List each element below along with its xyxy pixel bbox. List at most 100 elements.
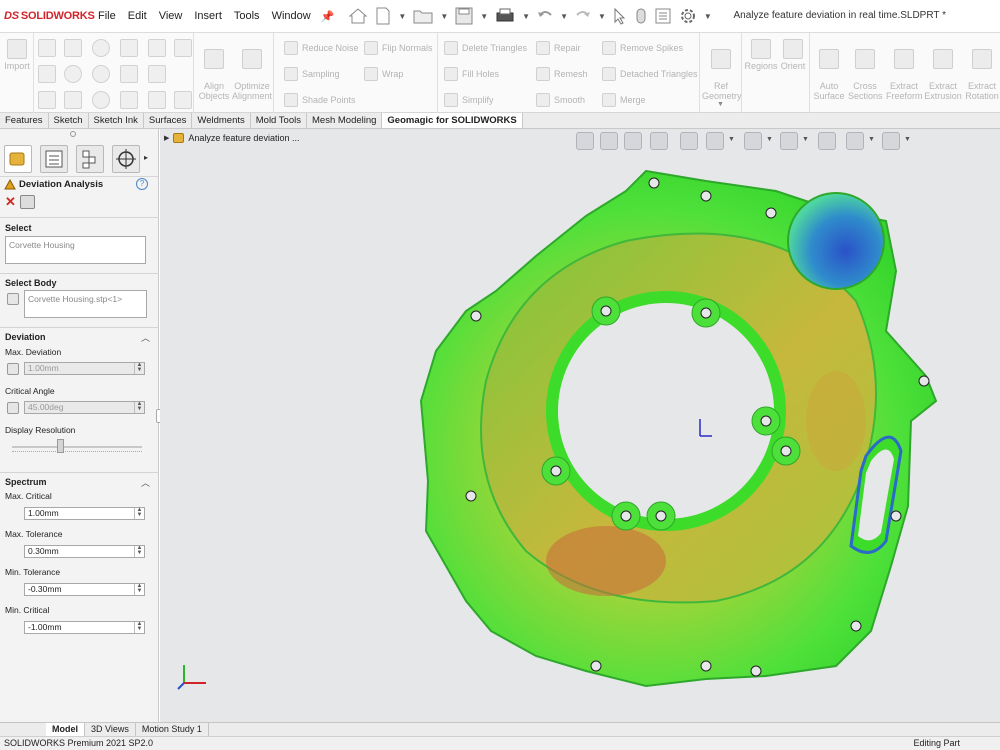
view-settings-icon[interactable] bbox=[882, 132, 900, 150]
tab-model[interactable]: Model bbox=[46, 723, 85, 736]
import-button[interactable]: Import bbox=[3, 39, 31, 71]
edit-appearance-icon[interactable] bbox=[818, 132, 836, 150]
sketch-sphere-icon[interactable] bbox=[92, 65, 110, 83]
sketch-circle-icon[interactable] bbox=[92, 91, 110, 109]
merge-button[interactable]: Merge bbox=[602, 93, 646, 107]
dynamic-annotation-icon[interactable] bbox=[680, 132, 698, 150]
select-listbox[interactable]: Corvette Housing bbox=[5, 236, 146, 264]
detached-triangles-button[interactable]: Detached Triangles bbox=[602, 67, 698, 81]
pin-icon[interactable]: 📌 bbox=[321, 10, 335, 23]
reduce-noise-button[interactable]: Reduce Noise bbox=[284, 41, 359, 55]
redo-dropdown-icon[interactable]: ▼ bbox=[598, 12, 606, 21]
select-arrow-icon[interactable] bbox=[612, 6, 628, 26]
apply-scene-dropdown-icon[interactable]: ▼ bbox=[868, 136, 875, 143]
help-icon[interactable]: ? bbox=[136, 178, 148, 190]
select-body-listbox[interactable]: Corvette Housing.stp<1> bbox=[24, 290, 147, 318]
undo-icon[interactable] bbox=[536, 6, 554, 26]
apply-scene-icon[interactable] bbox=[846, 132, 864, 150]
delete-triangles-button[interactable]: Delete Triangles bbox=[444, 41, 527, 55]
display-resolution-thumb[interactable] bbox=[57, 439, 65, 453]
print-dropdown-icon[interactable]: ▼ bbox=[522, 12, 530, 21]
max-critical-field[interactable]: 1.00mm ▲ ▼ bbox=[24, 507, 145, 520]
tab-mold-tools[interactable]: Mold Tools bbox=[251, 113, 307, 128]
print-icon[interactable] bbox=[494, 6, 516, 26]
display-resolution-slider[interactable] bbox=[12, 446, 142, 448]
menu-view[interactable]: View bbox=[153, 10, 189, 22]
min-tolerance-field[interactable]: -0.30mm ▲ ▼ bbox=[24, 583, 145, 596]
menu-tools[interactable]: Tools bbox=[228, 10, 266, 22]
max-tolerance-spinner[interactable]: ▲ ▼ bbox=[134, 545, 144, 557]
simplify-button[interactable]: Simplify bbox=[444, 93, 494, 107]
sketch-grid-icon[interactable] bbox=[38, 65, 56, 83]
configuration-manager-tab[interactable] bbox=[76, 145, 104, 173]
min-critical-field[interactable]: -1.00mm ▲ ▼ bbox=[24, 621, 145, 634]
tab-motion-study[interactable]: Motion Study 1 bbox=[136, 723, 209, 736]
ref-geometry-button[interactable]: Ref Geometry bbox=[702, 39, 742, 101]
sketch-edit-icon[interactable] bbox=[174, 39, 192, 57]
tab-surfaces[interactable]: Surfaces bbox=[144, 113, 193, 128]
expand-arrow-icon[interactable]: ▶ bbox=[164, 134, 169, 142]
align-objects-button[interactable]: Align Objects bbox=[198, 39, 230, 101]
remove-spikes-button[interactable]: Remove Spikes bbox=[602, 41, 683, 55]
graphics-area[interactable]: ▶ Analyze feature deviation ... ▼ ▼ ▼ ▼ … bbox=[160, 129, 1000, 722]
max-deviation-spinner[interactable]: ▲ ▼ bbox=[134, 362, 144, 374]
corvette-housing-model[interactable] bbox=[416, 161, 956, 691]
sketch-mirror-icon[interactable] bbox=[174, 91, 192, 109]
section-view-icon[interactable] bbox=[650, 132, 668, 150]
home-icon[interactable] bbox=[348, 6, 368, 26]
preview-toggle-icon[interactable] bbox=[20, 195, 35, 209]
tab-3d-views[interactable]: 3D Views bbox=[85, 723, 136, 736]
sketch-move-icon[interactable] bbox=[38, 91, 56, 109]
tab-sketch-ink[interactable]: Sketch Ink bbox=[89, 113, 144, 128]
new-dropdown-icon[interactable]: ▼ bbox=[398, 12, 406, 21]
options-gear-icon[interactable] bbox=[678, 6, 698, 26]
sketch-slot-icon[interactable] bbox=[120, 91, 138, 109]
dim-xpert-tab[interactable] bbox=[112, 145, 140, 173]
zoom-to-fit-icon[interactable] bbox=[576, 132, 594, 150]
feature-tree-flyout[interactable]: ▶ Analyze feature deviation ... bbox=[164, 133, 299, 143]
sketch-rect-icon[interactable] bbox=[64, 91, 82, 109]
more-tabs-icon[interactable]: ▸ bbox=[144, 153, 148, 162]
auto-surface-button[interactable]: Auto Surface bbox=[812, 39, 846, 101]
sketch-cone-icon[interactable] bbox=[92, 39, 110, 57]
sketch-slash-icon[interactable] bbox=[120, 39, 138, 57]
view-orientation-icon[interactable] bbox=[706, 132, 724, 150]
max-critical-spinner[interactable]: ▲ ▼ bbox=[134, 507, 144, 519]
display-style-icon[interactable] bbox=[744, 132, 762, 150]
max-deviation-field[interactable]: 1.00mm ▲ ▼ bbox=[24, 362, 145, 375]
repair-button[interactable]: Repair bbox=[536, 41, 581, 55]
extract-freeform-button[interactable]: Extract Freeform bbox=[886, 39, 923, 101]
sketch-ellipse-icon[interactable] bbox=[64, 65, 82, 83]
max-tolerance-field[interactable]: 0.30mm ▲ ▼ bbox=[24, 545, 145, 558]
menu-file[interactable]: File bbox=[92, 10, 122, 22]
extract-extrusion-button[interactable]: Extract Extrusion bbox=[924, 39, 962, 101]
orient-button[interactable]: Orient bbox=[778, 39, 808, 71]
display-style-dropdown-icon[interactable]: ▼ bbox=[766, 136, 773, 143]
tab-mesh-modeling[interactable]: Mesh Modeling bbox=[307, 113, 383, 128]
solidworks-logo[interactable]: DS SOLIDWORKS bbox=[0, 10, 95, 22]
menu-window[interactable]: Window bbox=[266, 10, 317, 22]
cross-sections-button[interactable]: Cross Sections bbox=[848, 39, 883, 101]
undo-dropdown-icon[interactable]: ▼ bbox=[560, 12, 568, 21]
sketch-point-icon[interactable] bbox=[38, 39, 56, 57]
fill-holes-button[interactable]: Fill Holes bbox=[444, 67, 499, 81]
sketch-line-icon[interactable] bbox=[64, 39, 82, 57]
previous-view-icon[interactable] bbox=[624, 132, 642, 150]
spectrum-collapse-icon[interactable]: ︿ bbox=[141, 476, 150, 489]
optimize-alignment-button[interactable]: Optimize Alignment bbox=[232, 39, 272, 101]
menu-edit[interactable]: Edit bbox=[122, 10, 153, 22]
sketch-spline-icon[interactable] bbox=[148, 65, 166, 83]
tab-geomagic[interactable]: Geomagic for SOLIDWORKS bbox=[382, 113, 523, 128]
deviation-collapse-icon[interactable]: ︿ bbox=[141, 331, 150, 344]
min-tolerance-spinner[interactable]: ▲ ▼ bbox=[134, 583, 144, 595]
smooth-button[interactable]: Smooth bbox=[536, 93, 585, 107]
sketch-arc-icon[interactable] bbox=[120, 65, 138, 83]
options-dropdown-icon[interactable]: ▼ bbox=[704, 12, 712, 21]
flip-normals-button[interactable]: Flip Normals bbox=[364, 41, 433, 55]
remesh-button[interactable]: Remesh bbox=[536, 67, 588, 81]
hide-show-dropdown-icon[interactable]: ▼ bbox=[802, 136, 809, 143]
new-document-icon[interactable] bbox=[374, 6, 392, 26]
critical-angle-spinner[interactable]: ▲ ▼ bbox=[134, 401, 144, 413]
tab-features[interactable]: Features bbox=[0, 113, 49, 128]
tab-sketch[interactable]: Sketch bbox=[49, 113, 89, 128]
